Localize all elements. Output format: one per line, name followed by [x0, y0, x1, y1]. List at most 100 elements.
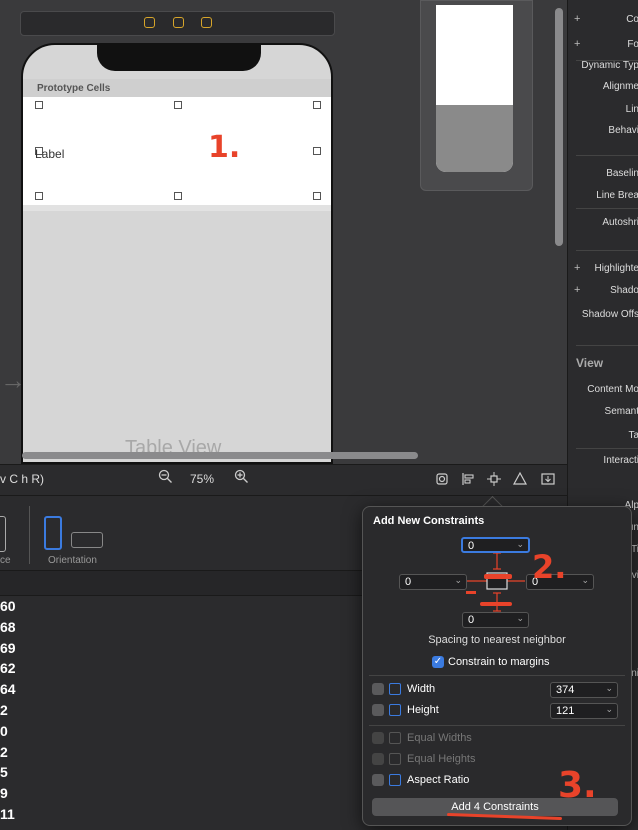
divider: [576, 208, 638, 209]
list-item: 2: [0, 743, 8, 760]
minimap-preview: [436, 5, 513, 172]
add-new-constraints-icon[interactable]: [486, 471, 502, 487]
chevron-down-icon[interactable]: ⌄: [454, 575, 462, 586]
constrain-margins-checkbox[interactable]: ✓: [432, 656, 444, 668]
add-variation-icon[interactable]: +: [574, 38, 580, 50]
vertical-scrollbar[interactable]: [555, 8, 563, 246]
list-item: 68: [0, 618, 16, 635]
device-label: ce: [0, 555, 11, 566]
inspector-row-label: Co: [626, 14, 638, 25]
inspector-row-label: Lin: [625, 104, 638, 115]
embed-in-icon[interactable]: [540, 471, 556, 487]
inspector-row-label: Shado: [610, 285, 638, 296]
update-frames-icon[interactable]: [434, 471, 450, 487]
view-as-size-class[interactable]: v C h R): [0, 472, 44, 486]
zoom-out-icon[interactable]: [158, 469, 173, 488]
annotation-mark: [480, 602, 512, 606]
list-item: 9: [0, 785, 8, 802]
aspect-ratio-icon: [389, 774, 401, 786]
height-label: Height: [407, 704, 439, 716]
list-item: 5: [0, 764, 8, 781]
annotation-1: 1.: [208, 130, 241, 165]
leading-spacing-field[interactable]: 0 ⌄: [399, 574, 467, 590]
inspector-row-label: vi: [631, 570, 638, 581]
divider: [576, 60, 638, 61]
entry-point-arrow-icon: →: [0, 365, 26, 395]
equal-heights-label: Equal Heights: [407, 753, 476, 765]
canvas-toolbar: v C h R) 75%: [0, 464, 567, 495]
inspector-row-label: Semant: [604, 406, 638, 417]
width-field[interactable]: 374 ⌄: [550, 682, 618, 698]
top-spacing-field[interactable]: 0 ⌄: [461, 537, 530, 553]
zoom-in-icon[interactable]: [234, 469, 249, 488]
height-checkbox[interactable]: [372, 704, 384, 716]
view-controller-icon[interactable]: [144, 17, 155, 28]
bottom-spacing-field[interactable]: 0 ⌄: [462, 612, 529, 628]
prototype-cells-label: Prototype Cells: [37, 83, 111, 94]
leading-spacing-value: 0: [405, 576, 412, 588]
inspector-row-label: Shadow Offs: [581, 309, 638, 320]
align-icon[interactable]: [460, 471, 476, 487]
number-list: 60 68 69 62 64 2 0 2 5 9 11: [0, 596, 60, 825]
annotation-3: 3.: [558, 765, 597, 806]
cell-label[interactable]: Label: [35, 147, 64, 161]
device-notch: [97, 45, 261, 71]
inspector-row-label: View: [576, 356, 604, 370]
table-view-cell[interactable]: Label: [23, 97, 331, 205]
inspector-row-label: Content Mo: [587, 384, 638, 395]
resize-handle[interactable]: [174, 101, 182, 109]
chevron-down-icon[interactable]: ⌄: [605, 683, 613, 694]
list-item: 62: [0, 660, 16, 677]
horizontal-scrollbar[interactable]: [22, 452, 418, 459]
zoom-level[interactable]: 75%: [190, 472, 214, 486]
list-item: 11: [0, 805, 15, 822]
minimap[interactable]: [420, 0, 533, 191]
chevron-down-icon[interactable]: ⌄: [605, 704, 613, 715]
landscape-orientation-icon[interactable]: [71, 532, 103, 548]
device-frame: Prototype Cells Label Table View: [21, 43, 333, 464]
add-variation-icon[interactable]: +: [574, 284, 580, 296]
add-variation-icon[interactable]: +: [574, 13, 580, 25]
inspector-row-label: Dynamic Typ: [581, 60, 638, 71]
inspector-row-label: ni: [631, 668, 638, 679]
list-item: 69: [0, 639, 16, 656]
resize-handle[interactable]: [174, 192, 182, 200]
top-spacing-value: 0: [468, 540, 475, 552]
storyboard-canvas[interactable]: Prototype Cells Label Table View 1. →: [0, 0, 567, 464]
chevron-down-icon[interactable]: ⌄: [516, 613, 524, 624]
divider: [576, 155, 638, 156]
device-icon[interactable]: [0, 516, 6, 552]
minimap-table-area: [436, 105, 513, 172]
exit-icon[interactable]: [201, 17, 212, 28]
divider: [576, 448, 638, 449]
inspector-row-label: Interacti: [603, 455, 638, 466]
equal-widths-icon: [389, 732, 401, 744]
resize-handle[interactable]: [313, 101, 321, 109]
divider: [576, 250, 638, 251]
chevron-down-icon[interactable]: ⌄: [516, 539, 524, 550]
chevron-down-icon[interactable]: ⌄: [581, 575, 589, 586]
resize-handle[interactable]: [313, 147, 321, 155]
inspector-row-label: Autoshri: [602, 217, 638, 228]
resize-handle[interactable]: [313, 192, 321, 200]
add-variation-icon[interactable]: +: [574, 262, 580, 274]
width-checkbox[interactable]: [372, 683, 384, 695]
annotation-mark: [466, 591, 476, 594]
resolve-issues-icon[interactable]: [512, 471, 528, 487]
inspector-row-label: Fo: [627, 39, 638, 50]
popover-title: Add New Constraints: [373, 515, 485, 527]
list-item: 0: [0, 722, 8, 739]
height-field[interactable]: 121 ⌄: [550, 703, 618, 719]
aspect-ratio-label: Aspect Ratio: [407, 774, 470, 786]
scene-dock: [20, 11, 335, 36]
height-value: 121: [556, 705, 575, 717]
cell-separator: [23, 205, 331, 211]
resize-handle[interactable]: [35, 101, 43, 109]
aspect-ratio-checkbox[interactable]: [372, 774, 384, 786]
orientation-label: Orientation: [48, 555, 97, 566]
list-item: 2: [0, 701, 8, 718]
portrait-orientation-icon[interactable]: [44, 516, 62, 550]
first-responder-icon[interactable]: [173, 17, 184, 28]
resize-handle[interactable]: [35, 192, 43, 200]
divider: [369, 725, 625, 726]
